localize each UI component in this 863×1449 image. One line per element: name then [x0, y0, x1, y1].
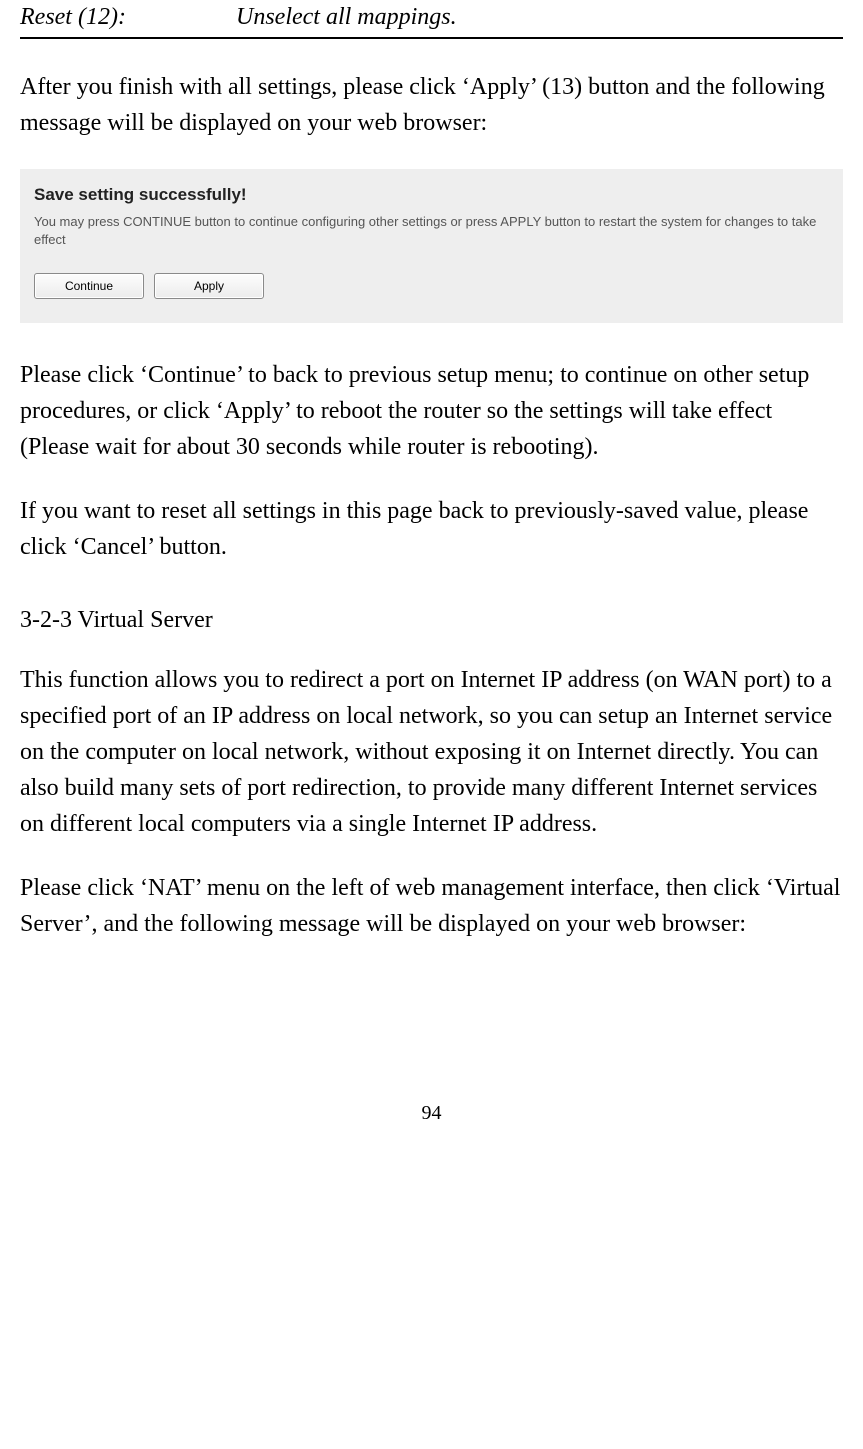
- paragraph-nat-instruction: Please click ‘NAT’ menu on the left of w…: [20, 870, 843, 942]
- dialog-title: Save setting successfully!: [34, 185, 829, 205]
- section-heading-virtual-server: 3-2-3 Virtual Server: [20, 607, 843, 634]
- save-setting-dialog: Save setting successfully! You may press…: [20, 169, 843, 323]
- reset-description: Unselect all mappings.: [236, 4, 457, 30]
- page-number: 94: [20, 1102, 843, 1125]
- reset-label: Reset (12):: [20, 4, 230, 31]
- paragraph-continue-apply: Please click ‘Continue’ to back to previ…: [20, 357, 843, 465]
- paragraph-cancel-reset: If you want to reset all settings in thi…: [20, 493, 843, 565]
- apply-button[interactable]: Apply: [154, 273, 264, 299]
- paragraph-virtual-server-desc: This function allows you to redirect a p…: [20, 662, 843, 842]
- dialog-button-row: Continue Apply: [34, 273, 829, 299]
- dialog-description: You may press CONTINUE button to continu…: [34, 213, 829, 248]
- paragraph-apply-intro: After you finish with all settings, plea…: [20, 69, 843, 141]
- reset-row: Reset (12): Unselect all mappings.: [20, 0, 843, 39]
- continue-button[interactable]: Continue: [34, 273, 144, 299]
